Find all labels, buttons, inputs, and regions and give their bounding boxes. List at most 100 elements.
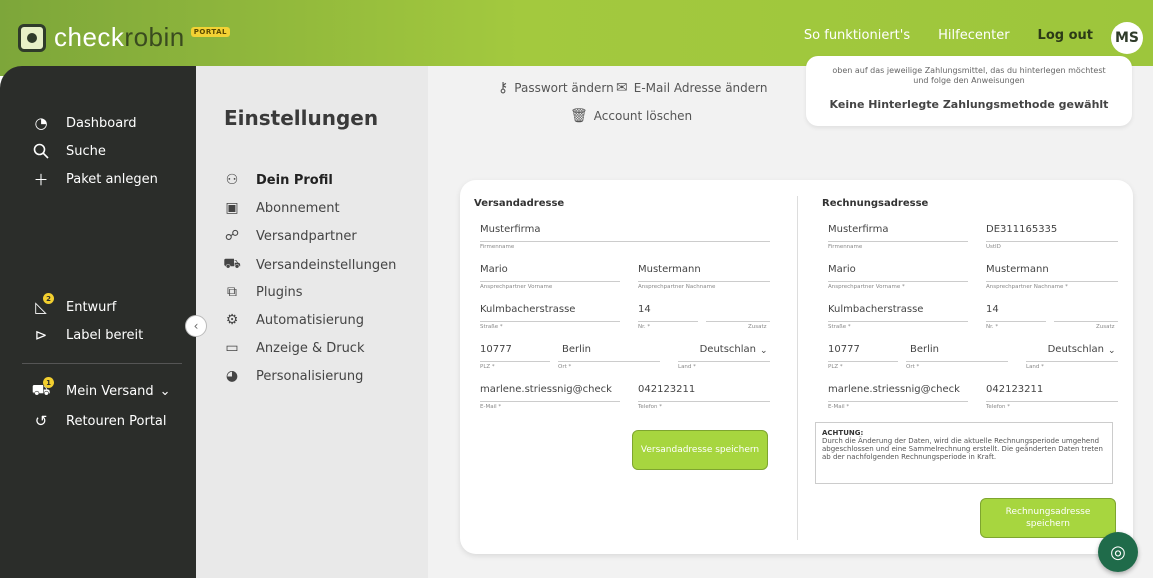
shipping-firstname-input[interactable]: Mario xyxy=(480,264,620,282)
search-icon xyxy=(30,142,52,160)
sidebar-item-label: Paket anlegen xyxy=(66,171,158,187)
shipping-phone-input[interactable]: 042123211 xyxy=(638,384,770,402)
billing-zip-input[interactable]: 10777 xyxy=(828,344,898,362)
avatar[interactable]: MS xyxy=(1111,22,1143,54)
payment-hint: oben auf das jeweilige Zahlungsmittel, d… xyxy=(806,66,1132,86)
portal-badge: PORTAL xyxy=(190,26,231,37)
settings-item-label: Anzeige & Druck xyxy=(256,340,365,356)
settings-item-label: Plugins xyxy=(256,284,303,300)
settings-item-personalization[interactable]: ◕ Personalisierung xyxy=(222,368,363,384)
save-shipping-address-button[interactable]: Versandadresse speichern xyxy=(632,430,768,470)
logout-link[interactable]: Log out xyxy=(1038,28,1093,43)
billing-street-input[interactable]: Kulmbacherstrasse xyxy=(828,304,968,322)
label-icon: ⊳ xyxy=(34,326,48,344)
billing-zip-label: PLZ * xyxy=(828,364,843,370)
sidebar-item-create-parcel[interactable]: ＋ Paket anlegen xyxy=(30,170,158,189)
sidebar-collapse-button[interactable]: ‹ xyxy=(185,315,207,337)
return-icon: ↺ xyxy=(34,412,48,430)
billing-extra-input[interactable] xyxy=(1054,304,1118,322)
billing-lastname-input[interactable]: Mustermann xyxy=(986,264,1118,282)
sidebar-item-search[interactable]: Suche xyxy=(30,142,106,160)
settings-item-display-print[interactable]: ▭ Anzeige & Druck xyxy=(222,340,365,356)
sidebar-item-my-shipping[interactable]: ⛟ 1 Mein Versand ⌄ xyxy=(30,377,171,400)
monitor-icon: ▭ xyxy=(225,340,239,356)
settings-item-plugins[interactable]: ⧉ Plugins xyxy=(222,284,303,300)
billing-city-input[interactable]: Berlin xyxy=(906,344,1008,362)
settings-item-automation[interactable]: ⚙ Automatisierung xyxy=(222,312,364,328)
shipping-number-input[interactable]: 14 xyxy=(638,304,698,322)
sidebar-item-label-ready[interactable]: ⊳ Label bereit xyxy=(30,326,144,344)
change-password-label: Passwort ändern xyxy=(514,81,614,95)
billing-notice: ACHTUNG: Durch die Änderung der Daten, w… xyxy=(815,422,1113,484)
save-billing-address-button[interactable]: Rechnungsadresse speichern xyxy=(980,498,1116,538)
billing-phone-input[interactable]: 042123211 xyxy=(986,384,1118,402)
sidebar-item-dashboard[interactable]: ◔ Dashboard xyxy=(30,114,136,132)
settings-item-label: Versandeinstellungen xyxy=(256,257,397,273)
shipping-street-input[interactable]: Kulmbacherstrasse xyxy=(480,304,620,322)
help-center-link[interactable]: Hilfecenter xyxy=(938,28,1009,43)
settings-item-label: Personalisierung xyxy=(256,368,364,384)
sidebar-item-label: Retouren Portal xyxy=(66,413,167,429)
delete-account-link[interactable]: 🗑 Account löschen xyxy=(570,108,692,124)
how-it-works-link[interactable]: So funktioniert's xyxy=(804,28,910,43)
handshake-icon: ☍ xyxy=(224,228,240,244)
main-content: ⚷ Passwort ändern ✉ E-Mail Adresse ändern … xyxy=(428,56,1153,578)
shipping-email-label: E-Mail * xyxy=(480,404,502,410)
shipping-lastname-label: Ansprechpartner Nachname xyxy=(638,284,716,290)
shipping-extra-input[interactable] xyxy=(706,304,770,322)
sidebar-item-label: Suche xyxy=(66,143,106,159)
shipping-firstname-label: Ansprechpartner Vorname xyxy=(480,284,553,290)
settings-item-label: Dein Profil xyxy=(256,172,333,188)
logo[interactable]: checkrobin PORTAL xyxy=(18,22,231,53)
sidebar-item-returns-portal[interactable]: ↺ Retouren Portal xyxy=(30,412,167,430)
column-divider xyxy=(797,196,798,540)
settings-item-shipping-settings[interactable]: ⛟ Versandeinstellungen xyxy=(222,256,396,274)
settings-title: Einstellungen xyxy=(224,106,379,130)
shipping-email-input[interactable]: marlene.striessnig@check xyxy=(480,384,620,402)
billing-number-input[interactable]: 14 xyxy=(986,304,1046,322)
change-email-label: E-Mail Adresse ändern xyxy=(633,81,768,95)
shipping-zip-input[interactable]: 10777 xyxy=(480,344,550,362)
shipping-city-input[interactable]: Berlin xyxy=(558,344,660,362)
logo-robin: robin xyxy=(124,22,185,52)
billing-company-input[interactable]: Musterfirma xyxy=(828,224,968,242)
puzzle-icon: ⧉ xyxy=(227,284,237,300)
logo-text: checkrobin xyxy=(54,22,185,53)
settings-item-subscription[interactable]: ▣ Abonnement xyxy=(222,200,340,216)
billing-vat-input[interactable]: DE311165335 xyxy=(986,224,1118,242)
shipping-company-input[interactable]: Musterfirma xyxy=(480,224,770,242)
gears-icon: ⚙ xyxy=(225,312,239,328)
delete-account-label: Account löschen xyxy=(593,109,693,123)
billing-vat-label: UstID xyxy=(986,244,1001,250)
settings-item-shipping-partner[interactable]: ☍ Versandpartner xyxy=(222,228,357,244)
people-icon: ⚇ xyxy=(225,172,239,188)
shipping-extra-label: Zusatz xyxy=(748,324,767,330)
trash-icon: 🗑 xyxy=(570,108,588,124)
notice-text: Durch die Änderung der Daten, wird die a… xyxy=(822,437,1103,461)
billing-country-select[interactable]: Deutschlan xyxy=(1026,344,1118,362)
shipping-country-label: Land * xyxy=(678,364,696,370)
shipping-lastname-input[interactable]: Mustermann xyxy=(638,264,770,282)
chevron-down-icon: ⌄ xyxy=(159,383,171,399)
billing-company-label: Firmenname xyxy=(828,244,863,250)
draft-badge: 2 xyxy=(43,293,54,304)
billing-email-input[interactable]: marlene.striessnig@check xyxy=(828,384,968,402)
billing-firstname-label: Ansprechpartner Vorname * xyxy=(828,284,905,290)
billing-street-label: Straße * xyxy=(828,324,851,330)
settings-item-profile[interactable]: ⚇ Dein Profil xyxy=(222,172,333,188)
change-password-link[interactable]: ⚷ Passwort ändern xyxy=(498,80,614,96)
sidebar-item-label: Entwurf xyxy=(66,299,117,315)
payment-card: oben auf das jeweilige Zahlungsmittel, d… xyxy=(806,56,1132,126)
billing-number-label: Nr. * xyxy=(986,324,999,330)
settings-item-label: Abonnement xyxy=(256,200,340,216)
chat-button[interactable]: ◎ xyxy=(1098,532,1138,572)
sidebar-item-label: Label bereit xyxy=(66,327,144,343)
palette-icon: ◕ xyxy=(225,368,239,384)
settings-panel: Einstellungen ⚇ Dein Profil ▣ Abonnement ☍… xyxy=(196,66,428,578)
billing-firstname-input[interactable]: Mario xyxy=(828,264,968,282)
change-email-link[interactable]: ✉ E-Mail Adresse ändern xyxy=(616,80,768,96)
logo-icon xyxy=(18,23,46,52)
draft-icon: ◺ 2 xyxy=(30,293,54,316)
sidebar-item-draft[interactable]: ◺ 2 Entwurf xyxy=(30,293,117,316)
shipping-country-select[interactable]: Deutschlan xyxy=(678,344,770,362)
